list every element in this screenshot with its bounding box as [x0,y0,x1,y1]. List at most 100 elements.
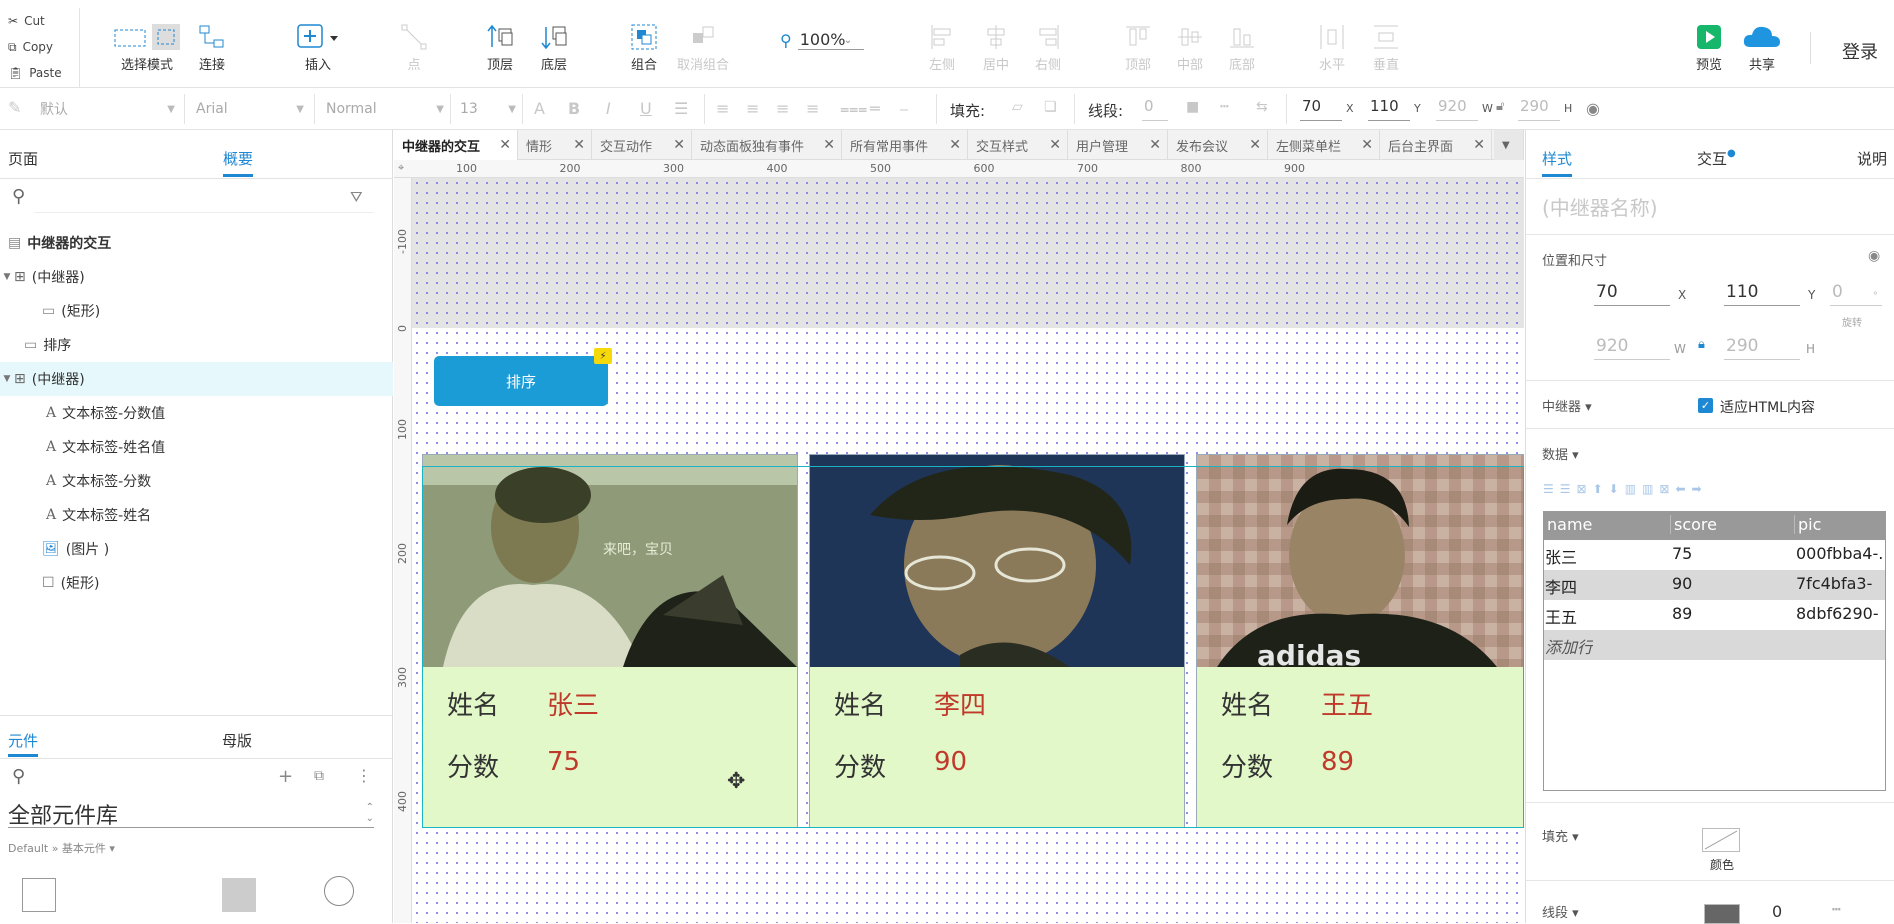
underline-icon[interactable]: U [640,99,652,118]
distribute-horizontal-button[interactable]: 水平 [1318,22,1346,73]
group-button[interactable]: 组合 [630,22,658,73]
tree-item-rectangle[interactable]: ☐ (矩形) [0,566,393,600]
tab-interactions[interactable]: 交互● [1697,148,1736,169]
tree-item-rectangle[interactable]: ▭ (矩形) [0,294,393,328]
x-input[interactable]: 70 [1594,278,1670,306]
italic-icon[interactable]: I [606,99,611,118]
close-icon[interactable]: ✕ [573,137,585,153]
tab-case[interactable]: 情形 ✕ [518,130,592,160]
tab-outline[interactable]: 概要 [223,148,253,169]
more-icon[interactable]: ⋮ [356,766,372,785]
valign-top-icon[interactable]: ⩶ [840,99,867,119]
tree-item-image[interactable]: 🖼︎ (图片 ) [0,532,393,566]
move-up-icon[interactable]: ⬆ [1593,482,1609,496]
paste-button[interactable]: 📋︎ Paste [0,60,79,86]
table-row[interactable]: 张三 75 000fbba4-. [1544,540,1885,570]
widget-ellipse[interactable] [324,876,354,906]
tab-interaction-actions[interactable]: 交互动作 ✕ [592,130,692,160]
valign-bottom-icon[interactable]: ⎯ [900,99,908,119]
align-right-button[interactable]: 右侧 [1034,22,1062,73]
insert-row-icon[interactable]: ☰ [1543,482,1560,496]
library-select[interactable]: 全部元件库 ⌃ ⌄ [8,798,374,829]
bring-to-front-button[interactable]: 顶层 [486,22,514,73]
font-select[interactable]: Arial ▼ [196,98,304,120]
tab-common-events[interactable]: 所有常用事件 ✕ [842,130,968,160]
sort-button[interactable]: 排序 [434,356,608,406]
tab-style[interactable]: 样式 [1542,148,1572,169]
repeater-section-label[interactable]: 中继器 ▾ [1542,396,1592,415]
outline-search-input[interactable] [34,212,374,213]
repeater-card[interactable]: 来吧，宝贝 姓名 张三 分数 75 ✥ [422,454,798,828]
fill-section-label[interactable]: 填充 ▾ [1542,826,1579,845]
text-align-left-icon[interactable]: ≡ [716,99,729,118]
insert-col-icon[interactable]: ▥ [1625,482,1642,496]
format-painter-icon[interactable]: ✎ [8,98,21,117]
tab-notes[interactable]: 说明 [1857,148,1887,169]
rotation-input[interactable]: 0 ° [1830,278,1882,306]
width-input[interactable]: 920 [1436,97,1478,121]
fill-color-swatch[interactable] [1702,828,1740,852]
repeater-name-input[interactable]: (中继器名称) [1542,192,1658,221]
lock-icon[interactable]: 🔓︎ [1496,99,1504,114]
close-icon[interactable]: ✕ [673,137,685,153]
style-select[interactable]: 默认 ▼ [40,98,175,120]
move-down-icon[interactable]: ⬇ [1609,482,1625,496]
font-weight-select[interactable]: Normal ▼ [326,98,444,120]
design-stage[interactable]: 排序 ⚡ 来吧，宝贝 姓名 张三 分数 75 ✥ 姓名 李四 分数 90 adi… [412,178,1524,923]
fill-color-icon[interactable]: ▱ [1012,99,1023,115]
lock-icon[interactable]: 🔒︎ [1698,337,1705,352]
align-left-button[interactable]: 左侧 [928,22,956,73]
library-path[interactable]: Default » 基本元件 ▾ [8,840,115,856]
font-size-select[interactable]: 13 ▼ [460,98,516,120]
stroke-width-value[interactable]: 0 [1772,902,1782,921]
library-icon[interactable]: ⧉ [314,768,324,784]
bold-icon[interactable]: B [568,99,580,118]
close-icon[interactable]: ✕ [1249,137,1261,153]
close-icon[interactable]: ✕ [823,137,835,153]
shadow-icon[interactable]: ❏ [1044,99,1057,115]
text-align-right-icon[interactable]: ≡ [776,99,789,118]
width-input[interactable]: 920 [1594,332,1670,360]
search-icon[interactable]: ⚲ [12,186,25,207]
y-input[interactable]: 110 [1368,97,1410,121]
tab-widgets[interactable]: 元件 [8,730,38,751]
zoom-control[interactable]: ⚲ 100% ⌄ [780,30,864,50]
tree-item-label[interactable]: A 文本标签-分数 [0,464,393,498]
widget-box[interactable] [22,878,56,912]
tree-item-label[interactable]: A 文本标签-分数值 [0,396,393,430]
expand-icon[interactable]: ▼ [0,374,14,384]
eye-icon[interactable]: ◉ [1868,248,1880,264]
tab-repeater-interaction[interactable]: 中继器的交互 ✕ [394,130,518,160]
align-center-button[interactable]: 居中 [982,22,1010,73]
add-row-button[interactable]: 添加行 [1544,630,1885,660]
tree-item-sort[interactable]: ▭ 排序 [0,328,393,362]
distribute-vertical-button[interactable]: 垂直 [1372,22,1400,73]
move-right-icon[interactable]: ➡ [1692,482,1708,496]
zoom-value[interactable]: 100% [797,30,864,50]
eye-icon[interactable]: ◉ [1586,99,1600,118]
table-row[interactable]: 王五 89 8dbf6290- [1544,600,1885,630]
login-button[interactable]: 登录 [1842,38,1878,64]
font-color-icon[interactable]: A [534,99,545,118]
tabs-overflow-button[interactable]: ▼ [1494,130,1524,160]
stroke-width-input[interactable]: 0 [1142,97,1168,121]
align-middle-button[interactable]: 中部 [1176,22,1204,73]
insert-row-below-icon[interactable]: ☰ [1560,482,1577,496]
close-icon[interactable]: ✕ [949,137,961,153]
repeater-card[interactable]: adidas 姓名 王五 分数 89 [1196,454,1524,828]
table-row[interactable]: 李四 90 7fc4bfa3- [1544,570,1885,600]
data-section-label[interactable]: 数据 ▾ [1542,444,1579,463]
move-left-icon[interactable]: ⬅ [1675,482,1691,496]
align-top-button[interactable]: 顶部 [1124,22,1152,73]
tab-admin-main[interactable]: 后台主界面 ✕ [1380,130,1492,160]
copy-button[interactable]: ⧉ Copy [0,34,79,60]
send-to-back-button[interactable]: 底层 [540,22,568,73]
close-icon[interactable]: ✕ [1149,137,1161,153]
tab-masters[interactable]: 母版 [222,730,252,751]
tab-pages[interactable]: 页面 [8,148,38,169]
repeater-data-table[interactable]: name score pic 张三 75 000fbba4-. 李四 90 7f… [1543,511,1886,791]
x-input[interactable]: 70 [1300,97,1342,121]
tab-left-menu[interactable]: 左侧菜单栏 ✕ [1268,130,1380,160]
tree-item-label[interactable]: A 文本标签-姓名值 [0,430,393,464]
connect-button[interactable]: 连接 [198,22,226,73]
